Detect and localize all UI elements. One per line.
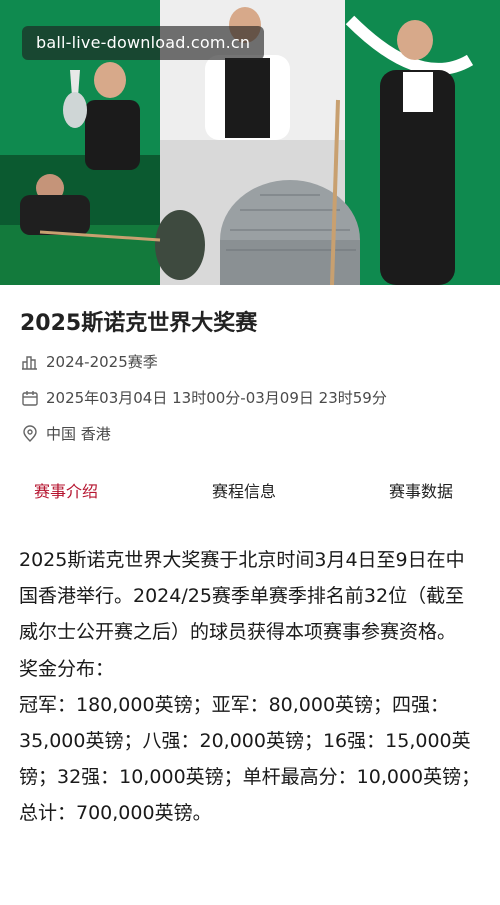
location-text: 中国 香港 [46, 425, 111, 443]
tab-event-data[interactable]: 赛事数据 [389, 478, 453, 502]
event-description: 2025斯诺克世界大奖赛于北京时间3月4日至9日在中国香港举行。2024/25赛… [19, 542, 481, 832]
datetime-text: 2025年03月04日 13时00分-03月09日 23时59分 [46, 389, 387, 407]
location-pin-icon [20, 424, 40, 444]
prize-paragraph: 冠军：180,000英镑；亚军：80,000英镑；四强：35,000英镑；八强：… [19, 693, 481, 825]
intro-paragraph: 2025斯诺克世界大奖赛于北京时间3月4日至9日在中国香港举行。2024/25赛… [19, 549, 465, 644]
hero-banner: ball-live-download.com.cn [0, 0, 500, 285]
season-text: 2024-2025赛季 [46, 353, 158, 371]
tab-event-intro[interactable]: 赛事介绍 [34, 478, 98, 502]
calendar-icon [20, 388, 40, 408]
prize-heading: 奖金分布： [19, 657, 115, 680]
tab-schedule[interactable]: 赛程信息 [212, 478, 276, 502]
event-detail-page: ball-live-download.com.cn 2025斯诺克世界大奖赛 2… [0, 0, 500, 905]
location-row: 中国 香港 [20, 423, 111, 444]
bar-chart-icon [20, 352, 40, 372]
event-title: 2025斯诺克世界大奖赛 [20, 311, 258, 336]
tab-bar: 赛事介绍 赛程信息 赛事数据 [0, 478, 500, 518]
watermark-url: ball-live-download.com.cn [22, 26, 265, 60]
season-row: 2024-2025赛季 [20, 351, 158, 372]
datetime-row: 2025年03月04日 13时00分-03月09日 23时59分 [20, 387, 387, 408]
